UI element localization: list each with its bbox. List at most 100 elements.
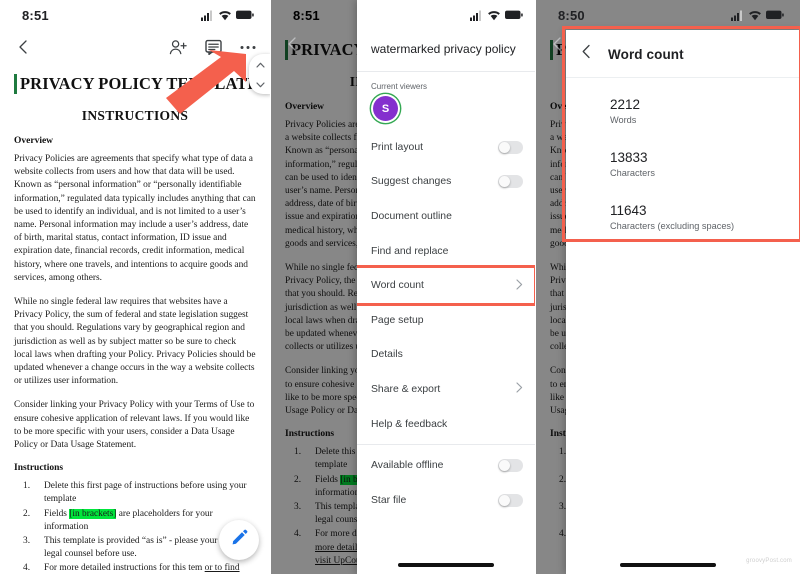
viewers-row: S [357, 96, 535, 130]
list-text: Delete this first page of instructions b… [44, 481, 247, 505]
stat-value: 13833 [610, 150, 648, 165]
cellular-signal-icon [470, 10, 483, 21]
word-count-dialog: Word count 2212 Words 13833 Characters 1… [562, 26, 800, 574]
available-offline-toggle[interactable] [498, 459, 523, 473]
back-chevron-icon[interactable] [14, 37, 34, 57]
menu-item-label: Document outline [371, 210, 452, 222]
back-chevron-icon[interactable] [550, 36, 566, 57]
phone-panel-menu: PRIVACY POLICY TEMPLATE INSTRUCTIONS Ove… [270, 0, 535, 574]
menu-item-label: Suggest changes [371, 176, 452, 188]
document-title: PRIVACY POLICY TEMPLATE [14, 74, 258, 94]
stat-label: Words [610, 115, 637, 125]
list-text: Fields [44, 508, 70, 519]
stat-label: Characters (excluding spaces) [610, 221, 735, 231]
status-time: 8:51 [293, 7, 320, 23]
stat-words: 2212 Words [610, 96, 800, 125]
current-viewers-label: Current viewers [371, 82, 428, 91]
back-chevron-icon[interactable] [285, 36, 301, 57]
chevron-up-icon [255, 55, 265, 73]
status-bar: 8:50 [536, 0, 800, 30]
overflow-menu-icon[interactable] [238, 37, 258, 57]
cellular-signal-icon [201, 10, 214, 21]
menu-divider [357, 444, 535, 446]
back-chevron-icon[interactable] [580, 44, 594, 64]
document-toolbar [0, 30, 270, 64]
avatar[interactable]: S [373, 96, 398, 121]
list-text: For more detailed instructions for this … [44, 563, 203, 574]
status-time: 8:51 [22, 7, 49, 23]
phone-panel-document: 8:51 PRIVACY POLICY TEMPLATE INSTRUCTION… [0, 0, 270, 574]
wifi-icon [487, 10, 501, 21]
list-item: 2. Fields [in brackets] are placeholders… [14, 508, 256, 534]
word-count-stats: 2212 Words 13833 Characters 11643 Charac… [566, 78, 800, 231]
status-time: 8:50 [558, 7, 585, 23]
stat-characters-excluding-spaces: 11643 Characters (excluding spaces) [610, 202, 800, 231]
paragraph-2: While no single federal law requires tha… [14, 297, 256, 387]
status-icons [731, 10, 784, 21]
menu-item-label: Available offline [371, 460, 444, 472]
paragraph-3: Consider linking your Privacy Policy wit… [14, 400, 255, 451]
menu-item-label: Page setup [371, 314, 424, 326]
screenshot-stage: 8:51 PRIVACY POLICY TEMPLATE INSTRUCTION… [0, 0, 800, 574]
stat-value: 11643 [610, 203, 647, 218]
list-number: 4. [23, 563, 31, 574]
menu-item-label: Star file [371, 494, 407, 506]
options-sheet: watermarked privacy policy Current viewe… [357, 0, 535, 574]
list-number: 2. [23, 508, 31, 519]
home-indicator [620, 563, 716, 567]
add-person-icon[interactable] [168, 37, 188, 57]
instructions-list: 1. Delete this first page of instruction… [14, 480, 256, 574]
menu-item-suggest-changes[interactable]: Suggest changes [357, 165, 535, 200]
menu-item-document-outline[interactable]: Document outline [357, 199, 535, 234]
chevron-right-icon [516, 382, 523, 396]
document-body[interactable]: PRIVACY POLICY TEMPLATE INSTRUCTIONS Ove… [0, 64, 270, 574]
list-item: 1. Delete this first page of instruction… [14, 480, 256, 506]
section-label-instructions: Instructions [14, 463, 64, 474]
battery-icon [505, 10, 523, 20]
star-file-toggle[interactable] [498, 493, 523, 507]
list-text: This template is provided “as is” - plea… [44, 536, 201, 547]
chevron-down-icon [255, 75, 265, 93]
sheet-status-icons [357, 0, 535, 30]
menu-item-help-and-feedback[interactable]: Help & feedback [357, 407, 535, 442]
menu-item-page-setup[interactable]: Page setup [357, 303, 535, 338]
menu-item-label: Find and replace [371, 245, 449, 257]
suggest-changes-toggle[interactable] [498, 175, 523, 189]
options-menu-list: Print layout Suggest changes Document ou… [357, 130, 535, 574]
scroll-handle[interactable] [249, 54, 270, 94]
comment-icon[interactable] [203, 37, 223, 57]
paragraph-1: Privacy Policies are agreements that spe… [14, 154, 256, 283]
stat-characters: 13833 Characters [610, 149, 800, 178]
menu-item-details[interactable]: Details [357, 338, 535, 373]
word-count-header: Word count [566, 30, 800, 78]
stat-label: Characters [610, 168, 655, 178]
phone-panel-word-count: PRIVACY POLICY TEMPLATE INSTRUCTIONS Ove… [535, 0, 800, 574]
menu-item-share-and-export[interactable]: Share & export [357, 372, 535, 407]
menu-item-print-layout[interactable]: Print layout [357, 130, 535, 165]
chevron-right-icon [516, 279, 523, 293]
menu-item-word-count[interactable]: Word count [357, 265, 535, 306]
watermark: groovyPost.com [746, 558, 792, 564]
stat-value: 2212 [610, 97, 641, 112]
list-number: 1. [23, 481, 31, 492]
edit-fab-button[interactable] [219, 520, 259, 560]
menu-item-star-file[interactable]: Star file [357, 483, 535, 518]
menu-item-label: Word count [371, 280, 424, 292]
section-label-overview: Overview [14, 136, 54, 146]
home-indicator [398, 563, 494, 567]
menu-item-label: Help & feedback [371, 418, 448, 430]
menu-item-available-offline[interactable]: Available offline [357, 448, 535, 483]
menu-item-label: Share & export [371, 383, 441, 395]
highlighted-placeholder: [in brackets] [69, 508, 117, 519]
menu-item-label: Print layout [371, 141, 423, 153]
word-count-title: Word count [608, 46, 684, 62]
toolbar-actions [168, 37, 258, 57]
menu-item-label: Details [371, 349, 403, 361]
menu-item-find-and-replace[interactable]: Find and replace [357, 234, 535, 269]
cellular-signal-icon [731, 10, 744, 21]
wifi-icon [218, 10, 232, 21]
document-heading: INSTRUCTIONS [81, 108, 189, 123]
status-icons [201, 10, 254, 21]
print-layout-toggle[interactable] [498, 140, 523, 154]
list-item: 4. For more detailed instructions for th… [14, 562, 256, 574]
